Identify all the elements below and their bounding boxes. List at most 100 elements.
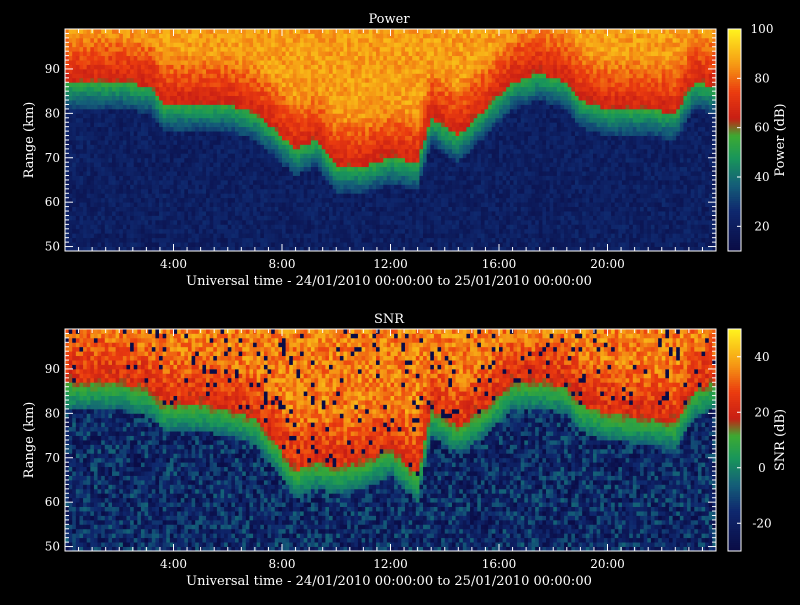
heatmap-cell [329,69,333,74]
heatmap-cell [282,229,286,234]
heatmap-cell [405,56,409,61]
heatmap-cell [235,42,239,47]
heatmap-cell [391,167,395,172]
heatmap-cell [170,69,174,74]
heatmap-cell [318,171,322,176]
heatmap-cell [206,78,210,83]
heatmap-cell [300,73,304,78]
heatmap-cell [163,29,167,34]
heatmap-cell [192,224,196,229]
heatmap-cell [210,78,214,83]
heatmap-cell [126,193,130,198]
heatmap-cell [286,42,290,47]
heatmap-cell [108,207,112,212]
heatmap-cell [369,136,373,141]
heatmap-cell [148,198,152,203]
heatmap-cell [105,38,109,43]
heatmap-cell [83,38,87,43]
heatmap-cell [286,162,290,167]
heatmap-cell [155,211,159,216]
heatmap-cell [423,162,427,167]
heatmap-cell [423,149,427,154]
heatmap-cell [398,47,402,52]
heatmap-cell [123,87,127,92]
heatmap-cell [268,87,272,92]
heatmap-cell [116,162,120,167]
heatmap-cell [336,29,340,34]
heatmap-cell [155,158,159,163]
heatmap-cell [405,189,409,194]
heatmap-cell [260,202,264,207]
heatmap-cell [401,127,405,132]
heatmap-cell [372,127,376,132]
heatmap-cell [210,242,214,247]
heatmap-cell [333,51,337,56]
heatmap-cell [213,91,217,96]
heatmap-cell [329,131,333,136]
heatmap-cell [362,158,366,163]
heatmap-cell [242,118,246,123]
heatmap-cell [329,229,333,234]
heatmap-cell [177,42,181,47]
heatmap-cell [311,47,315,52]
heatmap-cell [123,29,127,34]
heatmap-cell [137,153,141,158]
heatmap-cell [174,73,178,78]
heatmap-cell [137,91,141,96]
heatmap-cell [177,158,181,163]
heatmap-cell [271,202,275,207]
heatmap-cell [307,78,311,83]
heatmap-cell [257,104,261,109]
heatmap-cell [116,82,120,87]
heatmap-cell [372,193,376,198]
heatmap-cell [76,78,80,83]
heatmap-cell [376,42,380,47]
heatmap-cell [159,136,163,141]
heatmap-cell [372,69,376,74]
heatmap-cell [246,136,250,141]
heatmap-cell [69,144,73,149]
heatmap-cell [101,180,105,185]
heatmap-cell [296,78,300,83]
heatmap-cell [174,229,178,234]
heatmap-cell [347,202,351,207]
heatmap-cell [148,171,152,176]
heatmap-cell [108,38,112,43]
heatmap-cell [221,73,225,78]
heatmap-cell [394,176,398,181]
heatmap-cell [268,56,272,61]
heatmap-cell [235,65,239,70]
heatmap-cell [362,149,366,154]
heatmap-cell [224,100,228,105]
heatmap-cell [174,202,178,207]
heatmap-cell [249,167,253,172]
heatmap-cell [325,193,329,198]
heatmap-cell [141,176,145,181]
heatmap-cell [405,82,409,87]
heatmap-cell [394,69,398,74]
heatmap-cell [242,56,246,61]
heatmap-cell [210,29,214,34]
heatmap-cell [304,91,308,96]
heatmap-cell [372,113,376,118]
heatmap-cell [192,215,196,220]
heatmap-cell [271,38,275,43]
figure-svg: Power 4:00 8:00 12:00 16:00 20:00 5060708090… [0,0,800,600]
heatmap-cell [221,198,225,203]
heatmap-cell [409,118,413,123]
heatmap-cell [188,176,192,181]
heatmap-cell [213,136,217,141]
heatmap-cell [365,131,369,136]
heatmap-cell [231,82,235,87]
heatmap-cell [380,176,384,181]
heatmap-cell [398,100,402,105]
heatmap-cell [202,184,206,189]
heatmap-cell [148,184,152,189]
heatmap-cell [296,144,300,149]
heatmap-cell [224,131,228,136]
heatmap-cell [163,176,167,181]
heatmap-cell [304,184,308,189]
heatmap-cell [362,171,366,176]
heatmap-cell [177,82,181,87]
heatmap-cell [170,131,174,136]
